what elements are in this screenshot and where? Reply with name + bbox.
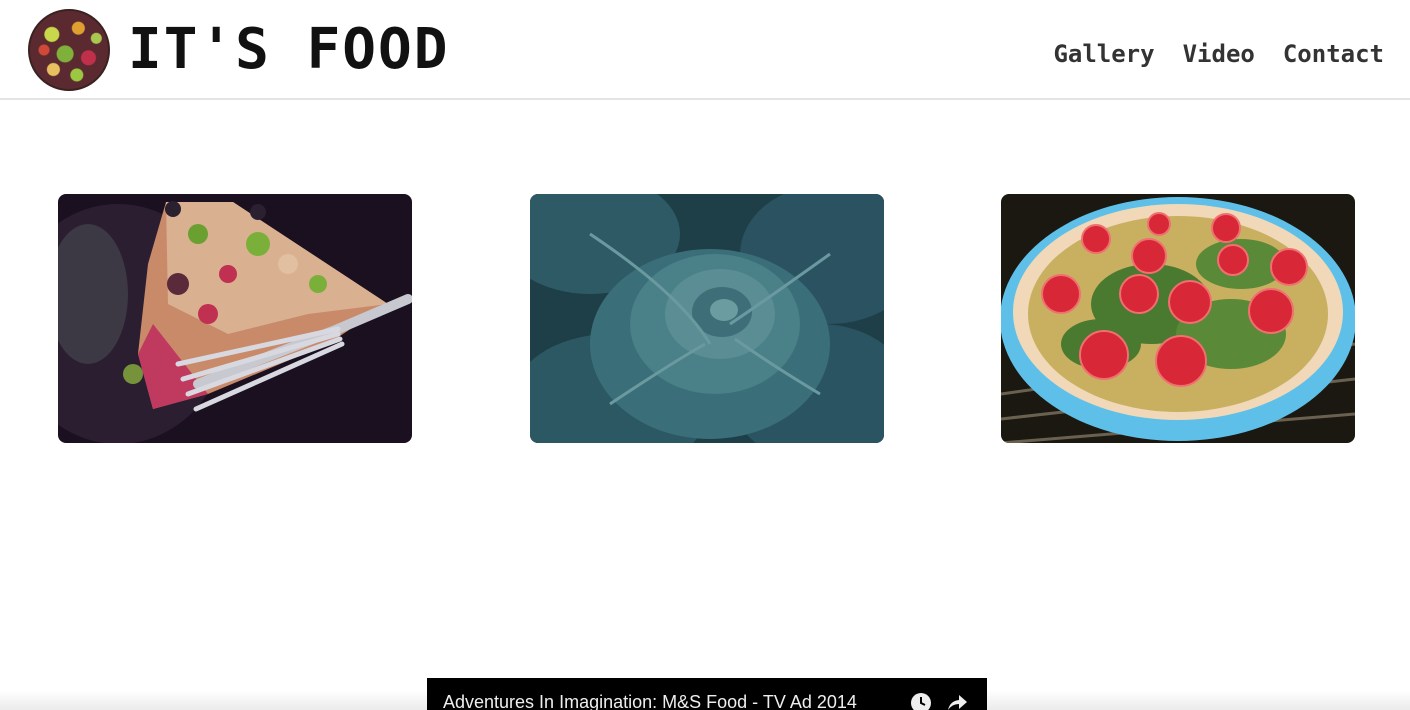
nav-video-link[interactable]: Video [1183,36,1255,72]
clock-icon[interactable] [910,692,932,710]
video-embed[interactable]: Adventures In Imagination: M&S Food - TV… [427,678,987,710]
share-icon[interactable] [946,692,968,710]
gallery-image-cabbage[interactable] [530,194,884,443]
main-nav: Gallery Video Contact [1053,36,1384,72]
site-title[interactable]: IT'S FOOD [128,18,449,82]
nav-contact-link[interactable]: Contact [1283,36,1384,72]
video-title[interactable]: Adventures In Imagination: M&S Food - TV… [443,692,857,710]
gallery-image-cake[interactable] [58,194,412,443]
site-header: IT'S FOOD Gallery Video Contact [0,0,1410,100]
logo-image[interactable] [28,9,110,91]
nav-gallery-link[interactable]: Gallery [1053,36,1154,72]
gallery-image-quiche[interactable] [1001,194,1355,443]
